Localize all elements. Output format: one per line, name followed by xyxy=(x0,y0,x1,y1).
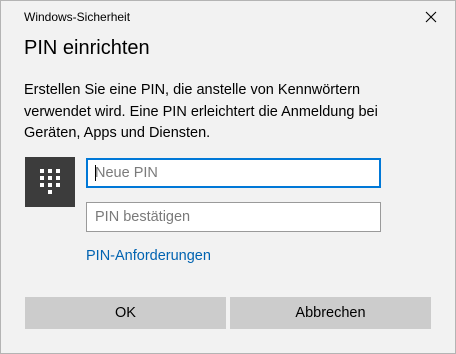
confirm-pin-input[interactable] xyxy=(86,202,381,232)
close-icon xyxy=(425,11,437,23)
keypad-icon xyxy=(40,169,60,194)
pin-requirements-link[interactable]: PIN-Anforderungen xyxy=(86,248,211,264)
dialog-heading: PIN einrichten xyxy=(24,37,150,59)
ok-button[interactable]: OK xyxy=(25,297,226,329)
window-title: Windows-Sicherheit xyxy=(24,10,131,24)
title-bar: Windows-Sicherheit xyxy=(1,1,455,31)
close-button[interactable] xyxy=(413,3,449,31)
dialog-description: Erstellen Sie eine PIN, die anstelle von… xyxy=(24,82,378,141)
keypad-tile xyxy=(25,157,75,207)
pin-setup-dialog: Windows-Sicherheit PIN einrichten Erstel… xyxy=(0,0,456,354)
new-pin-input[interactable] xyxy=(86,158,381,188)
text-caret xyxy=(95,165,96,181)
cancel-button[interactable]: Abbrechen xyxy=(230,297,431,329)
